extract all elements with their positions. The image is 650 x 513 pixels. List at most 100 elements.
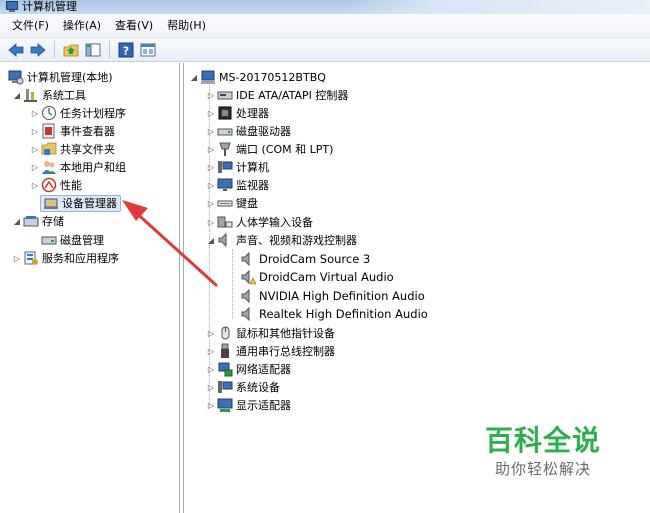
expand-arrow-icon[interactable]: ▷ bbox=[206, 86, 216, 104]
device-category-system-devices[interactable]: ▷ 系统设备 bbox=[206, 378, 280, 396]
device-category-usb[interactable]: ▷ 通用串行总线控制器 bbox=[206, 342, 335, 360]
collapse-arrow-icon[interactable]: ◢ bbox=[12, 86, 22, 104]
device-category-mice[interactable]: ▷ 鼠标和其他指针设备 bbox=[206, 324, 335, 342]
speaker-icon bbox=[241, 306, 250, 322]
toolbar-separator bbox=[54, 41, 55, 58]
selected-highlight: 设备管理器 bbox=[40, 194, 121, 212]
properties-button[interactable] bbox=[138, 40, 158, 60]
menu-view[interactable]: 查看(V) bbox=[108, 14, 160, 38]
expand-arrow-icon[interactable]: ▷ bbox=[206, 342, 216, 360]
device-label: Realtek High Definition Audio bbox=[259, 307, 428, 321]
expand-arrow-icon[interactable]: ▷ bbox=[206, 158, 216, 176]
tree-item-label: 性能 bbox=[60, 179, 82, 192]
expand-arrow-icon[interactable]: ▷ bbox=[30, 140, 40, 158]
help-icon: ? bbox=[118, 42, 134, 57]
device-category-label: 监视器 bbox=[236, 179, 269, 192]
expand-arrow-icon[interactable]: ▷ bbox=[206, 140, 216, 158]
shared-folder-icon bbox=[41, 142, 57, 155]
tree-item-local-users[interactable]: ▷ 本地用户和组 bbox=[30, 158, 126, 176]
device-category-label: 声音、视频和游戏控制器 bbox=[236, 234, 357, 247]
device-category-hid[interactable]: ▷ 人体学输入设备 bbox=[206, 213, 313, 231]
tree-item-task-scheduler[interactable]: ▷ 任务计划程序 bbox=[30, 104, 126, 122]
show-hide-tree-button[interactable] bbox=[83, 40, 103, 60]
device-label: DroidCam Virtual Audio bbox=[259, 270, 394, 284]
toolbar-separator bbox=[109, 41, 110, 58]
device-category-label: 端口 (COM 和 LPT) bbox=[236, 143, 334, 156]
port-icon bbox=[219, 142, 231, 156]
toolbar: ? bbox=[0, 38, 650, 62]
forward-button[interactable] bbox=[28, 40, 48, 60]
device-category-label: 计算机 bbox=[236, 161, 269, 174]
expand-arrow-icon[interactable]: ▷ bbox=[12, 249, 22, 267]
expand-arrow-icon[interactable]: ▷ bbox=[206, 396, 216, 414]
title-bar: 计算机管理 bbox=[0, 0, 650, 14]
menu-bar: 文件(F) 操作(A) 查看(V) 帮助(H) bbox=[0, 14, 650, 38]
device-category-keyboards[interactable]: ▷ 键盘 bbox=[206, 194, 258, 212]
tree-item-label: 系统工具 bbox=[42, 89, 86, 102]
clock-icon bbox=[42, 106, 56, 120]
expand-arrow-icon[interactable]: ▷ bbox=[30, 122, 40, 140]
device-category-ide[interactable]: ▷ IDE ATA/ATAPI 控制器 bbox=[206, 86, 348, 104]
tree-item-storage[interactable]: ◢ 存储 bbox=[12, 212, 64, 230]
device-tree-root[interactable]: ◢ MS-20170512BTBQ bbox=[189, 68, 326, 86]
menu-help[interactable]: 帮助(H) bbox=[160, 14, 213, 38]
help-button[interactable]: ? bbox=[116, 40, 136, 60]
tree-item-device-manager[interactable]: 设备管理器 bbox=[40, 194, 121, 212]
tree-item-shared-folders[interactable]: ▷ 共享文件夹 bbox=[30, 140, 115, 158]
device-category-computer[interactable]: ▷ 计算机 bbox=[206, 158, 269, 176]
speaker-icon bbox=[218, 232, 227, 248]
tree-item-event-viewer[interactable]: ▷ 事件查看器 bbox=[30, 122, 115, 140]
tree-item-services-apps[interactable]: ▷ 服务和应用程序 bbox=[12, 249, 119, 267]
device-tree-root-label: MS-20170512BTBQ bbox=[219, 70, 326, 84]
expand-arrow-icon[interactable]: ▷ bbox=[206, 122, 216, 140]
device-label: DroidCam Source 3 bbox=[259, 252, 371, 266]
device-droidcam-source[interactable]: DroidCam Source 3 bbox=[239, 250, 370, 268]
tree-item-root[interactable]: 计算机管理(本地) bbox=[7, 68, 113, 86]
device-category-display-adapters[interactable]: ▷ 显示适配器 bbox=[206, 396, 291, 414]
device-droidcam-virtual-audio[interactable]: DroidCam Virtual Audio bbox=[239, 268, 394, 286]
device-category-label: 鼠标和其他指针设备 bbox=[236, 327, 335, 340]
collapse-arrow-icon[interactable]: ◢ bbox=[12, 212, 22, 230]
expand-arrow-icon[interactable]: ▷ bbox=[206, 324, 216, 342]
tree-item-system-tools[interactable]: ◢ 系统工具 bbox=[12, 86, 86, 104]
device-category-processor[interactable]: ▷ 处理器 bbox=[206, 104, 269, 122]
display-adapter-icon bbox=[217, 398, 233, 412]
expand-arrow-icon[interactable]: ▷ bbox=[206, 104, 216, 122]
processor-icon bbox=[218, 106, 232, 120]
collapse-arrow-icon[interactable]: ◢ bbox=[206, 231, 216, 249]
expand-arrow-icon[interactable]: ▷ bbox=[30, 176, 40, 194]
device-category-ports[interactable]: ▷ 端口 (COM 和 LPT) bbox=[206, 140, 333, 158]
device-category-sound[interactable]: ◢ 声音、视频和游戏控制器 bbox=[206, 231, 357, 249]
event-viewer-icon bbox=[42, 123, 55, 139]
svg-text:?: ? bbox=[123, 44, 129, 57]
menu-file[interactable]: 文件(F) bbox=[5, 14, 56, 38]
device-realtek-hd-audio[interactable]: Realtek High Definition Audio bbox=[239, 305, 428, 323]
tree-item-disk-management[interactable]: 磁盘管理 bbox=[40, 231, 104, 249]
disk-drive-icon bbox=[217, 128, 233, 136]
usb-icon bbox=[221, 343, 229, 358]
tree-item-performance[interactable]: ▷ 性能 bbox=[30, 176, 82, 194]
navigation-tree[interactable]: 计算机管理(本地) ◢ 系统工具 ▷ 任务计划程序 ▷ 事件查看器 ▷ 共享文件… bbox=[0, 63, 180, 513]
back-button[interactable] bbox=[6, 40, 26, 60]
expand-arrow-icon[interactable]: ▷ bbox=[206, 176, 216, 194]
computer-management-icon bbox=[6, 1, 18, 12]
device-category-network[interactable]: ▷ 网络适配器 bbox=[206, 360, 291, 378]
expand-arrow-icon[interactable]: ▷ bbox=[30, 104, 40, 122]
tree-item-label: 磁盘管理 bbox=[60, 234, 104, 247]
collapse-arrow-icon[interactable]: ◢ bbox=[189, 68, 199, 86]
device-category-disk-drives[interactable]: ▷ 磁盘驱动器 bbox=[206, 122, 291, 140]
tree-item-label: 计算机管理(本地) bbox=[27, 71, 113, 84]
up-button[interactable] bbox=[61, 40, 81, 60]
expand-arrow-icon[interactable]: ▷ bbox=[206, 213, 216, 231]
device-nvidia-hd-audio[interactable]: NVIDIA High Definition Audio bbox=[239, 287, 425, 305]
menu-action[interactable]: 操作(A) bbox=[56, 14, 108, 38]
expand-arrow-icon[interactable]: ▷ bbox=[30, 158, 40, 176]
device-label: NVIDIA High Definition Audio bbox=[259, 289, 425, 303]
expand-arrow-icon[interactable]: ▷ bbox=[206, 194, 216, 212]
device-category-label: 键盘 bbox=[236, 197, 258, 210]
device-category-monitors[interactable]: ▷ 监视器 bbox=[206, 176, 269, 194]
expand-arrow-icon[interactable]: ▷ bbox=[206, 360, 216, 378]
expand-arrow-icon[interactable]: ▷ bbox=[206, 378, 216, 396]
keyboard-icon bbox=[217, 200, 233, 207]
device-category-label: 系统设备 bbox=[236, 381, 280, 394]
